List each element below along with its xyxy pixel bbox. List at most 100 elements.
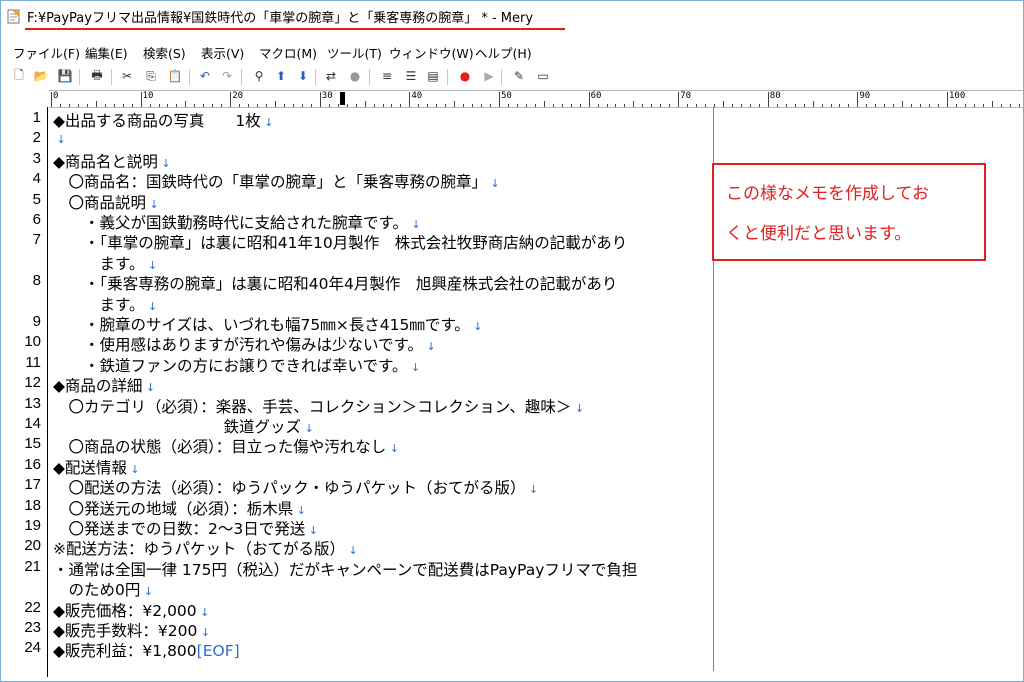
wrap-window-icon[interactable]: ☰ — [403, 68, 419, 84]
text-line[interactable]: のため0円 ↓ — [53, 578, 154, 600]
text-line[interactable]: 〇カテゴリ（必須）：楽器、手芸、コレクション＞コレクション、趣味＞ ↓ — [53, 395, 585, 417]
text-line[interactable]: ↓ — [53, 129, 66, 147]
copy-icon[interactable]: ⎘ — [143, 68, 159, 84]
newline-marker-icon: ↓ — [386, 442, 399, 456]
toolbar-separator — [369, 69, 370, 85]
menu-item-5[interactable]: ツール(T) — [327, 43, 382, 62]
newline-marker-icon: ↓ — [53, 133, 66, 147]
newline-marker-icon: ↓ — [260, 116, 274, 129]
ruler-label: 100 — [949, 91, 966, 101]
ruler-label: 90 — [859, 91, 871, 101]
menu-item-7[interactable]: ヘルプ(H) — [475, 43, 532, 62]
menu-item-1[interactable]: 編集(E) — [85, 43, 128, 62]
menu-item-3[interactable]: 表示(V) — [201, 43, 244, 62]
text-line-content: ・腕章のサイズは、いづれも幅75㎜×長さ415㎜です。 — [53, 316, 470, 334]
toolbar-separator — [111, 69, 112, 85]
text-line-content: ◆商品名と説明 — [53, 152, 158, 171]
toolbar-separator — [447, 69, 448, 85]
cut-icon[interactable]: ✂ — [119, 68, 135, 84]
text-line[interactable]: 〇配送の方法（必須）：ゆうパック・ゆうパケット（おてがる版） ↓ — [53, 476, 539, 498]
newline-marker-icon: ↓ — [469, 320, 483, 333]
text-line[interactable]: 〇商品名：国鉄時代の「車掌の腕章」と「乗客専務の腕章」 ↓ — [53, 170, 500, 192]
newline-marker-icon: ↓ — [140, 585, 154, 599]
newline-marker-icon: ↓ — [142, 381, 156, 395]
menu-item-6[interactable]: ウィンドウ(W) — [389, 43, 474, 62]
toolbar-separator — [501, 69, 502, 85]
window-icon[interactable]: ▭ — [535, 68, 551, 84]
open-folder-icon[interactable]: 📂 — [33, 68, 49, 84]
text-line[interactable]: 〇商品説明 ↓ — [53, 191, 159, 213]
text-line[interactable]: ・腕章のサイズは、いづれも幅75㎜×長さ415㎜です。 ↓ — [53, 313, 483, 335]
menu-item-4[interactable]: マクロ(M) — [259, 43, 317, 62]
menu-bar: ファイル(F) 編集(E) 検索(S) 表示(V) マクロ(M) ツール(T) ウィンドウ(… — [1, 41, 1023, 63]
window-title: F:¥PayPayフリマ出品情報¥国鉄時代の「車掌の腕章」と「乗客専務の腕章」 … — [27, 11, 534, 26]
line-number: 16 — [24, 455, 41, 473]
print-icon[interactable]: 🖶 — [89, 68, 105, 84]
newline-marker-icon: ↓ — [157, 156, 171, 170]
ruler-tick — [947, 92, 948, 107]
line-number: 12 — [24, 374, 41, 392]
text-line[interactable]: ます。 ↓ — [53, 293, 158, 315]
newline-marker-icon: ↓ — [293, 503, 306, 517]
ruler-tick — [767, 92, 769, 107]
find-up-icon[interactable]: ⬆ — [273, 68, 289, 84]
text-line-content: ・使用感はありますが汚れや傷みは少ないです。 — [53, 336, 423, 355]
replace-icon[interactable]: ⇄ — [323, 68, 339, 84]
mark-icon[interactable]: ● — [347, 68, 363, 84]
undo-icon[interactable]: ↶ — [197, 68, 213, 84]
find-down-icon[interactable]: ⬇ — [295, 68, 311, 84]
editor-window: F:¥PayPayフリマ出品情報¥国鉄時代の「車掌の腕章」と「乗客専務の腕章」 … — [0, 0, 1024, 682]
text-line[interactable]: ※配送方法：ゆうパケット（おてがる版） ↓ — [53, 537, 358, 559]
text-line[interactable]: ・通常は全国一律 175円（税込）だがキャンペーンで配送費はPayPayフリマで… — [53, 558, 637, 580]
memo-annotation-box: この様なメモを作成してお くと便利だと思います。 — [712, 163, 986, 261]
wrap-none-icon[interactable]: ≡ — [379, 68, 395, 84]
text-line-content: ・鉄道ファンの方にお譲りできれば幸いです。 — [53, 356, 408, 375]
toolbar-separator — [79, 69, 80, 85]
text-line[interactable]: ・「車掌の腕章」は裏に昭和41年10月製作 株式会社牧野商店納の記載があり — [53, 231, 627, 253]
text-line[interactable]: ◆配送情報 ↓ — [53, 456, 140, 478]
text-line-content: ・通常は全国一律 175円（税込）だがキャンペーンで配送費はPayPayフリマで… — [53, 560, 638, 579]
text-line[interactable]: ます。 ↓ — [53, 252, 158, 274]
play-icon[interactable]: ▶ — [481, 68, 497, 84]
notepad-icon — [7, 9, 20, 24]
text-line[interactable]: ・使用感はありますが汚れや傷みは少ないです。 ↓ — [53, 333, 436, 355]
pin-icon[interactable]: ✎ — [511, 68, 527, 84]
text-line[interactable]: ◆販売利益：¥1,800[EOF] — [53, 639, 240, 661]
text-line-content: ◆販売手数料：¥200 — [53, 622, 198, 640]
ruler-label: 80 — [769, 91, 781, 101]
new-file-icon[interactable]: 🗋 — [11, 68, 27, 84]
text-line-content: 〇商品説明 — [53, 193, 147, 212]
ruler-label: 40 — [411, 91, 423, 101]
find-icon[interactable]: ⚲ — [251, 68, 267, 84]
menu-item-0[interactable]: ファイル(F) — [13, 43, 80, 62]
text-line[interactable]: ・鉄道ファンの方にお譲りできれば幸いです。 ↓ — [53, 354, 420, 376]
text-line[interactable]: ◆商品名と説明 ↓ — [53, 150, 171, 172]
ruler-tick — [140, 92, 142, 107]
line-number: 2 — [32, 129, 41, 147]
menu-item-2[interactable]: 検索(S) — [143, 43, 186, 62]
text-line[interactable]: 〇商品の状態（必須）：目立った傷や汚れなし ↓ — [53, 435, 399, 457]
record-icon[interactable]: ● — [457, 68, 473, 84]
text-line[interactable]: 〇発送元の地域（必須）：栃木県 ↓ — [53, 497, 306, 519]
memo-line-2: くと便利だと思います。 — [726, 224, 912, 244]
text-line[interactable]: 〇発送までの日数：2〜3日で発送 ↓ — [53, 517, 318, 539]
ruler-tick — [409, 92, 411, 107]
line-number: 19 — [24, 517, 41, 534]
redo-icon[interactable]: ↷ — [219, 68, 235, 84]
text-line[interactable]: ・義父が国鉄勤務時代に支給された腕章です。 ↓ — [53, 211, 421, 233]
save-icon[interactable]: 💾 — [57, 68, 73, 84]
text-line[interactable]: ◆販売価格：¥2,000 ↓ — [53, 599, 209, 621]
text-line[interactable]: 鉄道グッズ ↓ — [53, 415, 314, 437]
line-number: 4 — [32, 170, 41, 188]
text-line[interactable]: ◆出品する商品の写真 1枚 ↓ — [53, 109, 274, 131]
wrap-ruler-icon[interactable]: ▤ — [425, 68, 441, 84]
ruler-label: 70 — [680, 91, 692, 101]
text-line[interactable]: ・「乗客専務の腕章」は裏に昭和40年4月製作 旭興産株式会社の記載があり — [53, 272, 617, 294]
text-line[interactable]: ◆販売手数料：¥200 ↓ — [53, 619, 210, 641]
text-line[interactable]: ◆商品の詳細 ↓ — [53, 374, 155, 396]
newline-marker-icon: ↓ — [146, 197, 159, 211]
paste-icon[interactable]: 📋 — [167, 68, 183, 84]
ruler-tick — [678, 92, 680, 107]
newline-marker-icon: ↓ — [301, 422, 314, 435]
ruler: 0 10 20 30 40 50 60 70 80 90 100 — [49, 90, 1023, 108]
